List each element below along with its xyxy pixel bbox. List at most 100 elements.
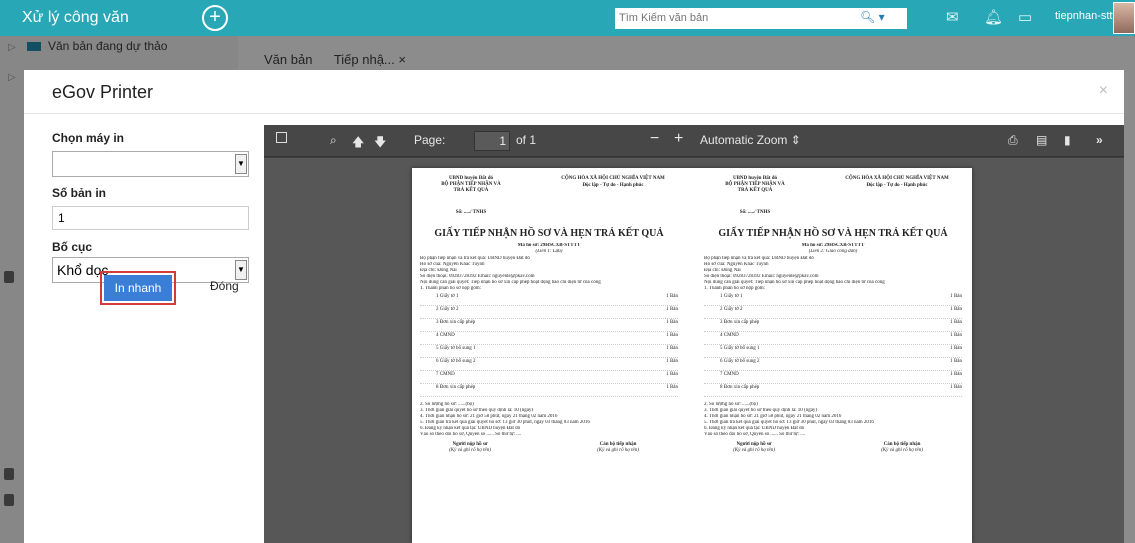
document-title: GIẤY TIẾP NHẬN HỒ SƠ VÀ HẸN TRẢ KẾT QUẢ (718, 228, 948, 239)
page-label: Page: (414, 133, 446, 147)
item-name: 8 Đơn xin cấp phép (720, 385, 760, 390)
item-name: 2 Giấy tờ 2 (720, 307, 743, 312)
list-item: 6 Giấy tờ bổ sung 2 1 Bản (704, 359, 962, 371)
item-name: 8 Đơn xin cấp phép (436, 385, 476, 390)
arrow-down-icon[interactable]: 🡇 (374, 133, 386, 154)
avatar[interactable] (1113, 2, 1135, 34)
copies-input[interactable] (52, 206, 249, 230)
tab-reception: Tiếp nhậ... × (333, 52, 406, 67)
signer-right-note: (Ký và ghi rõ họ tên) (597, 448, 639, 453)
zoom-out-icon[interactable]: − (650, 130, 659, 148)
signer-left-note: (Ký và ghi rõ họ tên) (449, 448, 491, 453)
pdf-viewer: ⌕ 🡅 🡇 Page: 1 of 1 − + Automatic Zoom ⇕ … (264, 125, 1124, 543)
item-name: 5 Giấy tờ bổ sung 1 (720, 346, 760, 351)
list-item: 1 Giấy tờ 1 1 Bản (420, 294, 678, 306)
chevron-down-icon: ▼ (235, 260, 247, 280)
search-input[interactable] (619, 10, 859, 26)
search-icon[interactable]: 🔍︎ ▾ (860, 10, 885, 24)
item-name: 1 Giấy tờ 1 (436, 294, 459, 299)
issuer-header-line: Số: ...../ TNHS (739, 210, 771, 215)
print-button-highlight: In nhanh (100, 271, 176, 305)
page-count: of 1 (516, 133, 537, 147)
list-item: 1 Giấy tờ 1 1 Bản (704, 294, 962, 306)
item-name: 4 CMND (436, 333, 455, 338)
list-item: 8 Đơn xin cấp phép 1 Bản (420, 385, 678, 397)
app-title[interactable]: Xử lý công văn (22, 9, 129, 27)
top-bar: Xử lý công văn + 🔍︎ ▾ ✉ 🔔︎ ▭ tiepnhan-st… (0, 0, 1135, 36)
search-icon[interactable]: ⌕ (330, 133, 337, 148)
footer-line: Vào sổ theo dõi hồ sơ, Quyển số ...... S… (704, 432, 806, 437)
list-item: 8 Đơn xin cấp phép 1 Bản (704, 385, 962, 397)
item-qty: 1 Bản (950, 346, 962, 351)
item-name: 6 Giấy tờ bổ sung 2 (436, 359, 476, 364)
item-qty: 1 Bản (666, 294, 678, 299)
sidebar-item-drafts: Văn bản đang dự thảo (48, 39, 168, 53)
zoom-in-icon[interactable]: + (674, 130, 683, 148)
close-icon[interactable]: × (1099, 82, 1108, 100)
bell-icon[interactable]: 🔔︎ (984, 8, 1003, 26)
signer-left: Người nộp hồ sơ (452, 442, 488, 447)
document-page: UBND huyện Đất đỏ BỘ PHẬN TIẾP NHẬN VÀ TRẢ… (412, 168, 972, 543)
page-number-input[interactable]: 1 (474, 131, 510, 151)
copy-note: (Liên 1: Lưu) (535, 249, 563, 254)
bookmark-icon[interactable]: ▮ (1064, 133, 1071, 147)
clipboard-icon (4, 468, 14, 480)
item-qty: 1 Bản (666, 385, 678, 390)
signer-right: Cán bộ tiếp nhận (599, 442, 637, 447)
dialog-body: Chọn máy in ▼ Số bản in Bố cục Khổ dọc ▼… (24, 115, 1124, 543)
item-name: 1 Giấy tờ 1 (720, 294, 743, 299)
quick-print-button[interactable]: In nhanh (104, 275, 172, 301)
list-item: 2 Giấy tờ 2 1 Bản (704, 307, 962, 319)
printer-select[interactable]: ▼ (52, 151, 249, 177)
list-item: 5 Giấy tờ bổ sung 1 1 Bản (704, 346, 962, 358)
download-icon[interactable]: ▤ (1036, 133, 1047, 147)
dialog-header: eGov Printer × (24, 70, 1124, 114)
add-button[interactable]: + (202, 5, 228, 31)
close-button[interactable]: Đóng (210, 279, 239, 293)
item-name: 4 CMND (720, 333, 739, 338)
item-qty: 1 Bản (950, 372, 962, 377)
zoom-select[interactable]: Automatic Zoom ⇕ (700, 133, 801, 147)
item-qty: 1 Bản (950, 359, 962, 364)
clipboard-icon (4, 271, 14, 283)
print-icon[interactable]: ⎙ (1008, 133, 1018, 148)
signer-left-note: (Ký và ghi rõ họ tên) (733, 448, 775, 453)
sidebar-toggle-icon[interactable] (276, 132, 287, 143)
more-tools-icon[interactable]: » (1096, 133, 1103, 147)
item-qty: 1 Bản (950, 333, 962, 338)
chevron-down-icon: ▼ (235, 154, 247, 174)
background-tabs: Văn bản Tiếp nhậ... × (264, 52, 424, 67)
list-item: 4 CMND 1 Bản (420, 333, 678, 345)
expand-icon: ▷ (8, 42, 16, 53)
list-item: 4 CMND 1 Bản (704, 333, 962, 345)
item-qty: 1 Bản (950, 307, 962, 312)
layout-label: Bố cục (52, 240, 93, 254)
issuer-header-line: TRẢ KẾT QUẢ (737, 188, 773, 193)
nation-header-line: Độc lập - Tự do - Hạnh phúc (866, 183, 928, 188)
document-title: GIẤY TIẾP NHẬN HỒ SƠ VÀ HẸN TRẢ KẾT QUẢ (434, 228, 664, 239)
zoom-value: Automatic Zoom (700, 133, 788, 147)
arrow-up-icon[interactable]: 🡅 (352, 133, 364, 154)
list-item: 3 Đơn xin cấp phép 1 Bản (704, 320, 962, 332)
issuer-header-line: Số: ...../ TNHS (455, 210, 487, 215)
item-name: 7 CMND (436, 372, 455, 377)
signer-left: Người nộp hồ sơ (736, 442, 772, 447)
item-qty: 1 Bản (666, 320, 678, 325)
item-name: 2 Giấy tờ 2 (436, 307, 459, 312)
issuer-header-line: TRẢ KẾT QUẢ (453, 188, 489, 193)
printer-label: Chọn máy in (52, 131, 125, 145)
item-qty: 1 Bản (666, 346, 678, 351)
list-item: 3 Đơn xin cấp phép 1 Bản (420, 320, 678, 332)
username[interactable]: tiepnhan-stttt (1055, 10, 1119, 22)
copy-note: (Liên 2: Giao công dân) (808, 249, 858, 254)
viewer-toolbar: ⌕ 🡅 🡇 Page: 1 of 1 − + Automatic Zoom ⇕ … (264, 125, 1124, 157)
clipboard-icon (4, 494, 14, 506)
document-canvas: UBND huyện Đất đỏ BỘ PHẬN TIẾP NHẬN VÀ TRẢ… (264, 158, 1124, 543)
tab-documents: Văn bản (264, 52, 313, 67)
mail-icon[interactable]: ✉ (946, 8, 959, 26)
expand-icon: ▷ (8, 72, 16, 83)
signer-right: Cán bộ tiếp nhận (883, 442, 921, 447)
list-item: 5 Giấy tờ bổ sung 1 1 Bản (420, 346, 678, 358)
chat-icon[interactable]: ▭ (1018, 8, 1032, 26)
info-line: 1. Thành phần hồ sơ nộp gồm: (420, 286, 482, 291)
